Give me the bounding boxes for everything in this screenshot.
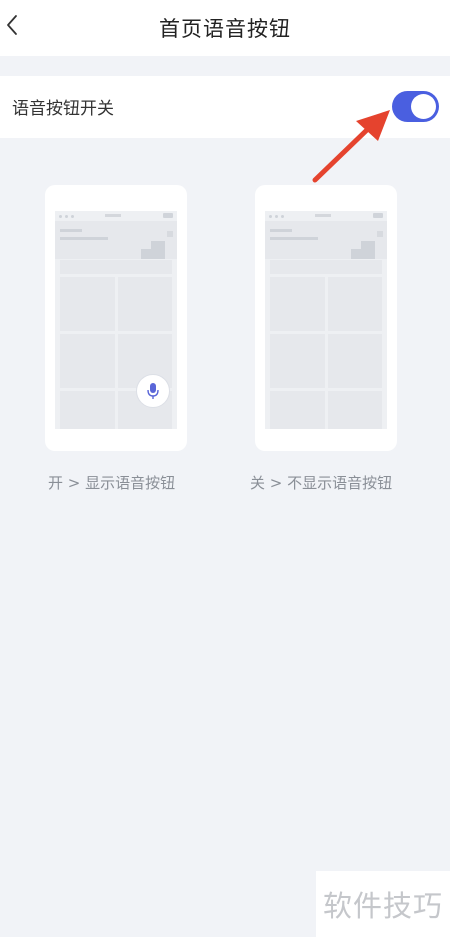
voice-button-preview [136, 374, 170, 408]
microphone-icon [147, 383, 159, 399]
mock-app-header [55, 221, 177, 259]
back-button[interactable] [0, 10, 24, 40]
mock-search-bar [60, 260, 172, 274]
voice-button-toggle[interactable] [392, 91, 439, 122]
mock-content-grid [270, 277, 382, 429]
preview-on-phone [45, 185, 187, 451]
phone-screen [265, 211, 387, 429]
mock-app-header [265, 221, 387, 259]
mock-search-bar [270, 260, 382, 274]
preview-off-phone [255, 185, 397, 451]
preview-on-caption: 开 > 显示语音按钮 [48, 474, 176, 492]
preview-off-caption: 关 > 不显示语音按钮 [250, 474, 393, 492]
watermark: 软件技巧 [316, 871, 450, 937]
voice-button-switch-label: 语音按钮开关 [12, 99, 114, 119]
red-arrow-annotation-icon [312, 110, 390, 183]
toggle-knob [411, 94, 436, 119]
top-navigation-bar: 首页语音按钮 [0, 0, 450, 56]
chevron-left-icon [7, 15, 17, 35]
page-title: 首页语音按钮 [159, 17, 291, 41]
